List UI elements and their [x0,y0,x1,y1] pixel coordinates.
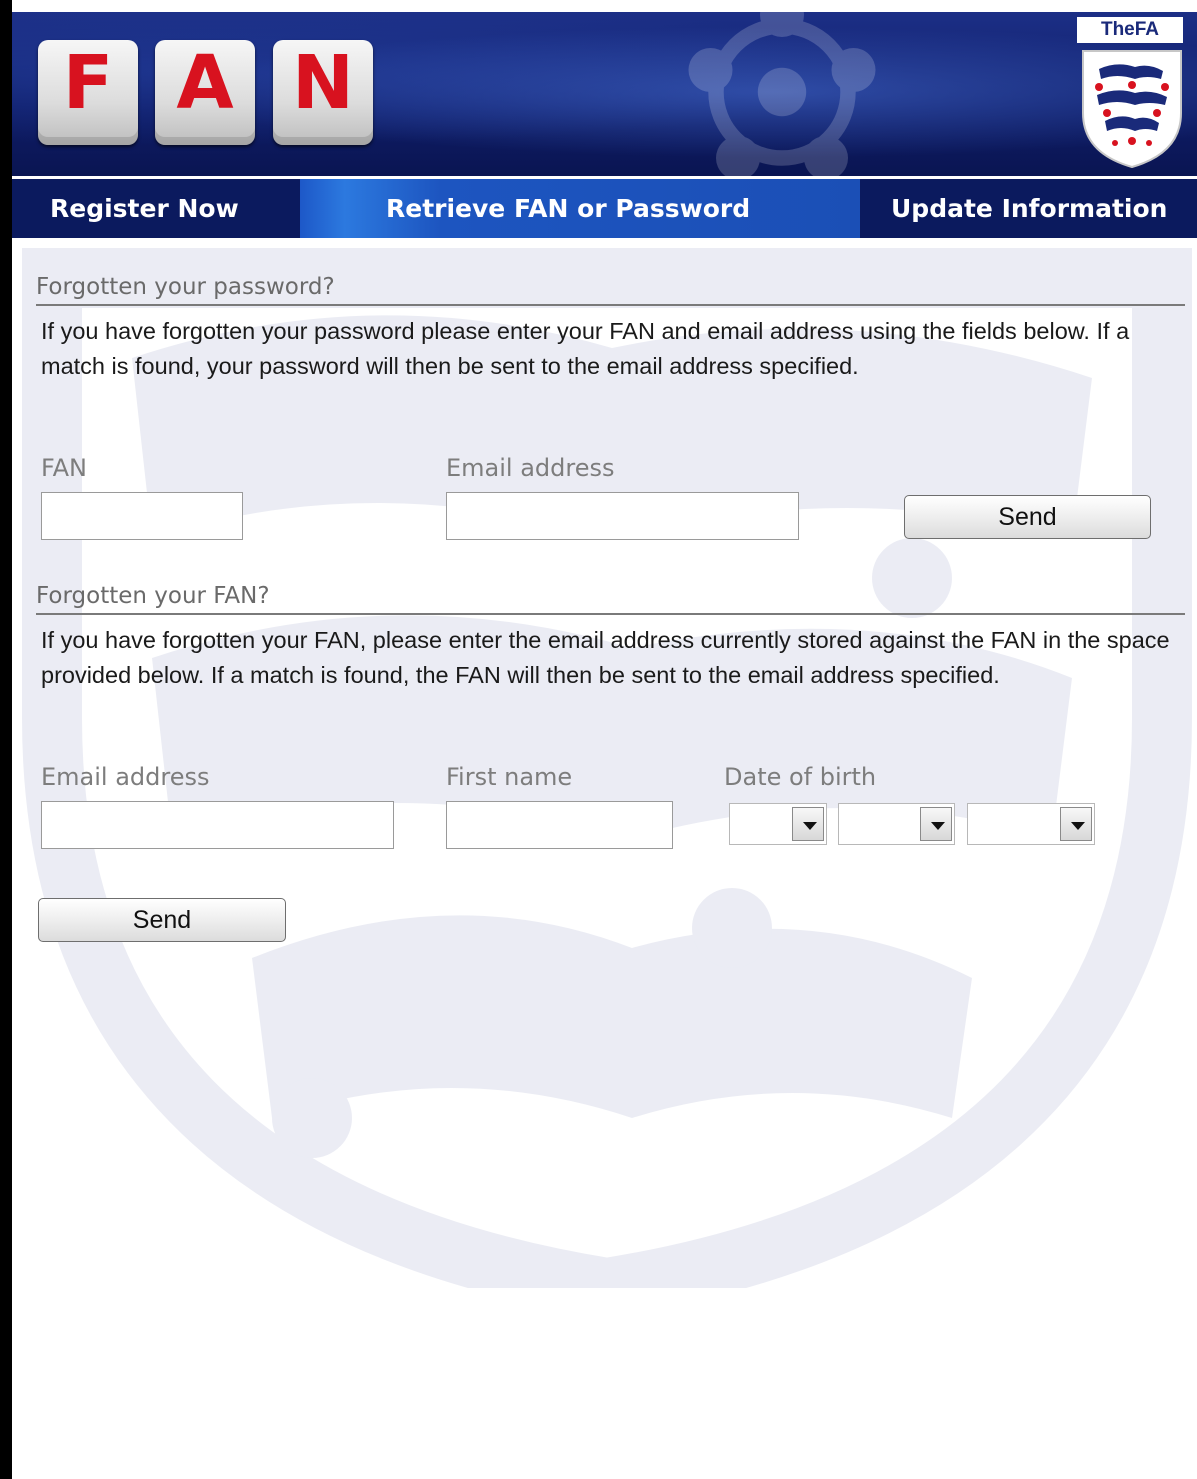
dob-day-select[interactable] [729,803,827,845]
logo-key-f: F [38,40,138,145]
email-label: Email address [41,763,210,791]
logo-key-n: N [273,40,373,145]
section-title-forgotten-fan: Forgotten your FAN? [36,583,1185,615]
dropdown-arrow-icon[interactable] [920,807,952,841]
dropdown-arrow-icon[interactable] [792,807,824,841]
dob-month-select[interactable] [838,803,955,845]
email-label: Email address [446,454,615,482]
three-lions-crest-icon [1082,50,1182,169]
password-email-input[interactable] [446,492,799,540]
header-banner: F A N TheFA [12,12,1197,176]
logo-letter: F [62,40,114,126]
crest-label: TheFA [1077,17,1183,43]
page-frame: F A N TheFA Register Now Retrieve FAN or… [0,0,1197,1479]
first-name-input[interactable] [446,801,673,849]
nav-update-information[interactable]: Update Information [891,179,1167,238]
logo-key-a: A [155,40,255,145]
date-of-birth-label: Date of birth [724,763,877,791]
section-description: If you have forgotten your password plea… [41,318,1130,379]
header-rose-decoration [688,12,876,176]
section-title-forgotten-password: Forgotten your password? [36,274,1185,306]
fan-email-input[interactable] [41,801,394,849]
dob-year-select[interactable] [967,803,1095,845]
send-fan-button[interactable]: Send [38,898,286,942]
logo-letter: A [176,40,234,126]
fan-label: FAN [41,454,87,482]
nav-register-now[interactable]: Register Now [50,179,239,238]
nav-retrieve-fan-or-password[interactable]: Retrieve FAN or Password [300,179,860,238]
window-edge [0,0,12,1479]
first-name-label: First name [446,763,573,791]
fan-input[interactable] [41,492,243,540]
main-nav: Register Now Retrieve FAN or Password Up… [12,176,1197,238]
send-password-button[interactable]: Send [904,495,1151,539]
fa-crest: TheFA [1077,17,1187,171]
dropdown-arrow-icon[interactable] [1060,807,1092,841]
logo-letter: N [292,40,354,126]
section-description: If you have forgotten your FAN, please e… [41,627,1170,688]
